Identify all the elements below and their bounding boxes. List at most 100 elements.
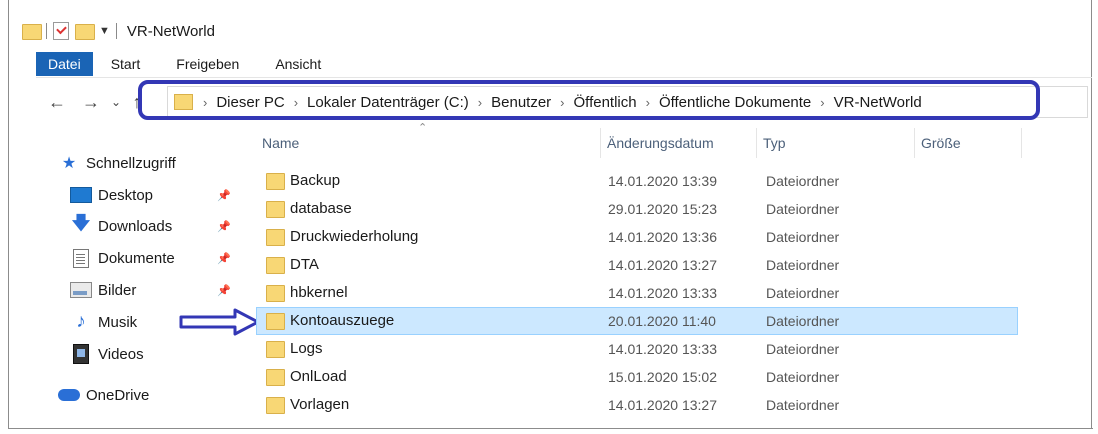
file-date: 14.01.2020 13:39 xyxy=(608,173,717,189)
column-header-size[interactable]: Größe xyxy=(915,128,1019,158)
folder-icon xyxy=(266,173,285,190)
cloud-icon xyxy=(58,386,80,404)
sidebar-item-label: OneDrive xyxy=(86,386,150,404)
desktop-icon xyxy=(70,186,92,204)
sidebar-item-label: Bilder xyxy=(98,281,137,299)
pin-icon[interactable]: 📌 xyxy=(217,189,231,202)
list-item[interactable]: OnlLoad 15.01.2020 15:02 Dateiordner xyxy=(256,363,1018,391)
file-date: 14.01.2020 13:27 xyxy=(608,397,717,413)
file-name: DTA xyxy=(290,256,319,273)
title-bar: ▼ VR-NetWorld xyxy=(22,18,215,44)
list-item[interactable]: Vorlagen 14.01.2020 13:27 Dateiordner xyxy=(256,391,1018,419)
tab-ansicht[interactable]: Ansicht xyxy=(257,52,339,76)
list-item[interactable]: Druckwiederholung 14.01.2020 13:36 Datei… xyxy=(256,223,1018,251)
file-name: Vorlagen xyxy=(290,396,350,413)
sidebar-item-desktop[interactable]: Desktop 📌 xyxy=(70,182,250,208)
file-type: Dateiordner xyxy=(766,257,840,273)
column-divider[interactable] xyxy=(1021,128,1022,158)
sidebar-item-dokumente[interactable]: Dokumente 📌 xyxy=(70,245,250,271)
address-bar[interactable]: › Dieser PC › Lokaler Datenträger (C:) ›… xyxy=(167,86,1088,118)
breadcrumb-item[interactable]: Öffentlich xyxy=(574,94,637,111)
document-icon xyxy=(70,248,92,268)
pin-icon[interactable]: 📌 xyxy=(217,252,231,265)
folder-icon xyxy=(266,285,285,302)
ribbon-divider xyxy=(36,77,1092,78)
pin-icon[interactable]: 📌 xyxy=(217,220,231,233)
arrow-up-icon[interactable]: ↑ xyxy=(124,92,150,113)
sidebar-item-downloads[interactable]: 🡇 Downloads 📌 xyxy=(70,213,250,239)
sidebar-item-onedrive[interactable]: OneDrive xyxy=(58,382,238,408)
file-type: Dateiordner xyxy=(766,201,840,217)
chevron-right-icon[interactable]: › xyxy=(203,95,207,110)
file-type: Dateiordner xyxy=(766,229,840,245)
file-date: 14.01.2020 13:33 xyxy=(608,285,717,301)
list-item[interactable]: DTA 14.01.2020 13:27 Dateiordner xyxy=(256,251,1018,279)
file-date: 20.01.2020 11:40 xyxy=(608,313,716,329)
file-name: Backup xyxy=(290,172,341,189)
chevron-down-icon[interactable]: ⌄ xyxy=(108,95,124,109)
file-type: Dateiordner xyxy=(766,341,840,357)
tab-datei[interactable]: Datei xyxy=(36,52,93,76)
file-date: 14.01.2020 13:27 xyxy=(608,257,717,273)
file-name: database xyxy=(290,200,352,217)
dropdown-arrow-icon[interactable]: ▼ xyxy=(99,25,110,37)
breadcrumb-item[interactable]: Öffentliche Dokumente xyxy=(659,94,811,111)
file-type: Dateiordner xyxy=(766,313,840,329)
file-date: 29.01.2020 15:23 xyxy=(608,201,717,217)
column-headers: Name Änderungsdatum Typ Größe xyxy=(256,128,1022,158)
breadcrumb-item[interactable]: Lokaler Datenträger (C:) xyxy=(307,94,469,111)
file-name: Druckwiederholung xyxy=(290,228,419,245)
list-item[interactable]: Logs 14.01.2020 13:33 Dateiordner xyxy=(256,335,1018,363)
folder-icon xyxy=(22,22,42,40)
breadcrumb-item[interactable]: Benutzer xyxy=(491,94,551,111)
folder-icon xyxy=(266,201,285,218)
download-icon: 🡇 xyxy=(71,213,91,233)
breadcrumb-item[interactable]: Dieser PC xyxy=(216,94,284,111)
column-header-date[interactable]: Änderungsdatum xyxy=(601,128,756,158)
tab-freigeben[interactable]: Freigeben xyxy=(158,52,257,76)
file-name: hbkernel xyxy=(290,284,348,301)
file-type: Dateiordner xyxy=(766,173,840,189)
ribbon-tabs: Datei Start Freigeben Ansicht xyxy=(36,51,339,77)
list-item-selected[interactable]: Kontoauszuege 20.01.2020 11:40 Dateiordn… xyxy=(256,307,1018,335)
folder-icon xyxy=(266,397,285,414)
window-title: VR-NetWorld xyxy=(126,22,215,40)
chevron-right-icon[interactable]: › xyxy=(478,95,482,110)
sidebar-item-bilder[interactable]: Bilder 📌 xyxy=(70,277,250,303)
list-item[interactable]: database 29.01.2020 15:23 Dateiordner xyxy=(256,195,1018,223)
sidebar-item-label: Dokumente xyxy=(98,249,175,267)
column-header-name[interactable]: Name xyxy=(256,128,600,158)
chevron-right-icon[interactable]: › xyxy=(294,95,298,110)
separator xyxy=(115,23,117,39)
chevron-right-icon[interactable]: › xyxy=(646,95,650,110)
pictures-icon xyxy=(70,281,92,299)
sidebar-item-label: Schnellzugriff xyxy=(86,154,176,172)
file-name: OnlLoad xyxy=(290,368,347,385)
breadcrumb-item[interactable]: VR-NetWorld xyxy=(834,94,922,111)
file-date: 15.01.2020 15:02 xyxy=(608,369,717,385)
folder-icon xyxy=(174,94,193,110)
properties-check-icon[interactable] xyxy=(53,22,69,40)
arrow-right-icon[interactable]: → xyxy=(74,92,108,113)
sidebar-item-label: Videos xyxy=(98,345,144,363)
sidebar-item-videos[interactable]: Videos xyxy=(70,341,250,367)
sidebar-item-schnellzugriff[interactable]: ★ Schnellzugriff xyxy=(58,150,238,176)
video-icon xyxy=(70,344,92,364)
tab-start[interactable]: Start xyxy=(93,52,159,76)
annotation-arrow-icon xyxy=(179,308,260,336)
file-name: Kontoauszuege xyxy=(290,312,395,329)
navigation-buttons: ← → ⌄ ↑ xyxy=(40,90,150,114)
chevron-right-icon[interactable]: › xyxy=(820,95,824,110)
arrow-left-icon[interactable]: ← xyxy=(40,92,74,113)
list-item[interactable]: hbkernel 14.01.2020 13:33 Dateiordner xyxy=(256,279,1018,307)
column-header-type[interactable]: Typ xyxy=(757,128,914,158)
folder-icon xyxy=(266,313,285,330)
list-item[interactable]: Backup 14.01.2020 13:39 Dateiordner xyxy=(256,167,1018,195)
file-name: Logs xyxy=(290,340,323,357)
new-folder-icon[interactable] xyxy=(75,22,95,40)
file-date: 14.01.2020 13:33 xyxy=(608,341,717,357)
chevron-right-icon[interactable]: › xyxy=(560,95,564,110)
sidebar-item-label: Desktop xyxy=(98,186,154,204)
pin-icon[interactable]: 📌 xyxy=(217,284,231,297)
sidebar-item-label: Musik xyxy=(98,313,138,331)
